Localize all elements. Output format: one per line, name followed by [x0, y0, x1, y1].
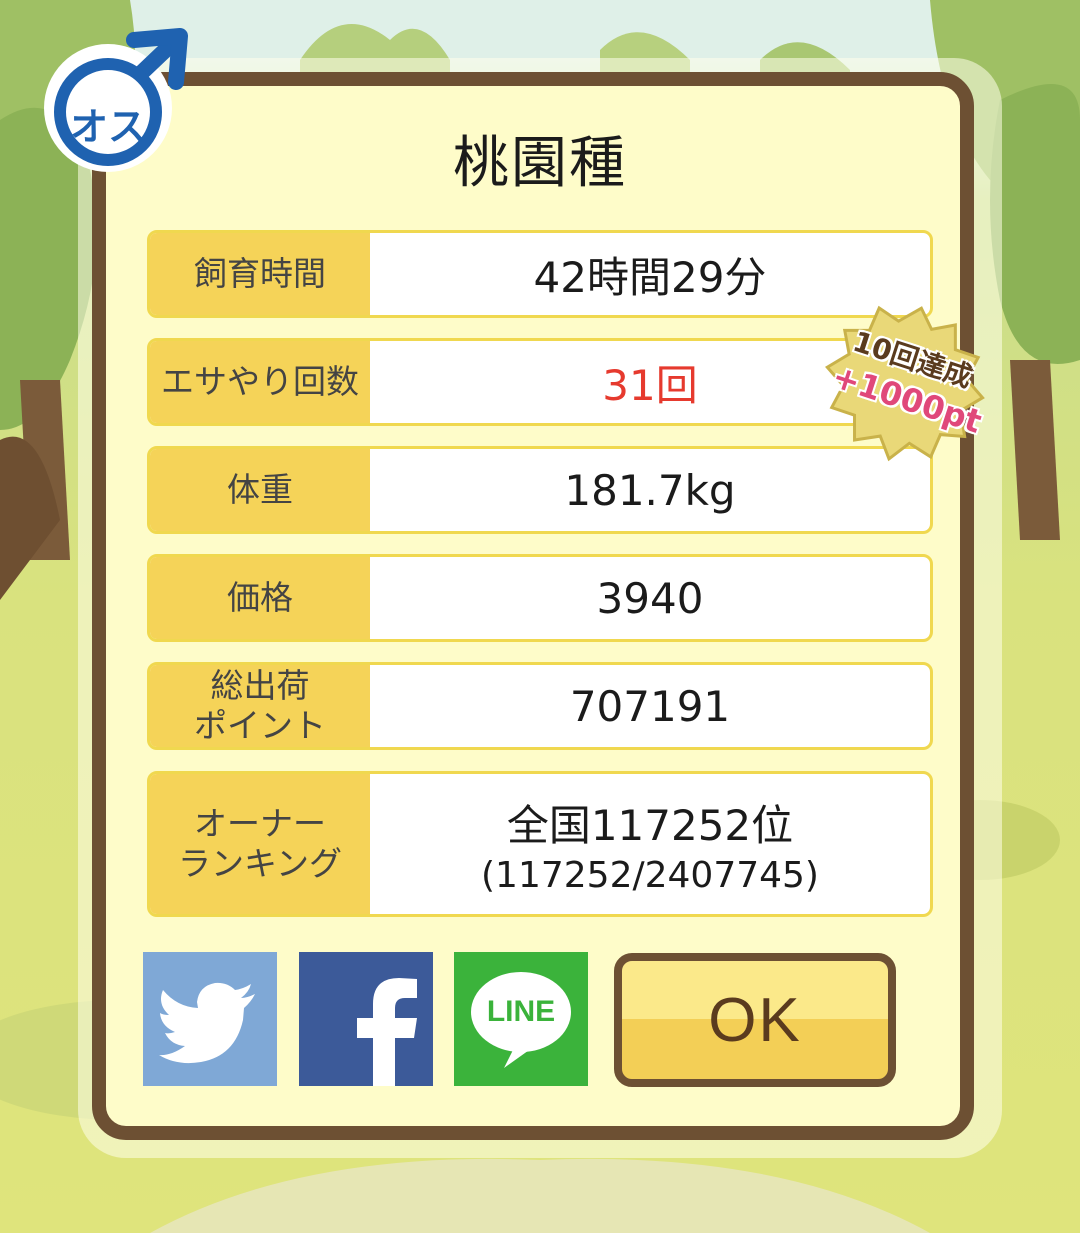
stat-row-owner-ranking: オーナー ランキング 全国117252位 (117252/2407745) — [147, 771, 933, 917]
ranking-main: 全国117252位 — [506, 801, 794, 850]
breed-title: 桃園種 — [453, 131, 627, 196]
stat-label: 体重 — [150, 449, 370, 531]
ok-button[interactable]: OK — [614, 953, 896, 1087]
stat-value: 全国117252位 (117252/2407745) — [370, 774, 930, 914]
stat-label: オーナー ランキング — [150, 774, 370, 914]
facebook-share-button[interactable] — [299, 952, 433, 1086]
stat-value: 707191 — [569, 681, 731, 731]
stat-value: 3940 — [596, 573, 704, 623]
achievement-badge: 10回達成 +1000pt — [818, 302, 988, 462]
stat-row-weight: 体重 181.7kg — [147, 446, 933, 534]
ranking-detail: (117252/2407745) — [481, 855, 819, 896]
stat-label: 価格 — [150, 557, 370, 639]
line-share-button[interactable]: LINE — [454, 952, 588, 1086]
line-label: LINE — [486, 995, 556, 1028]
stat-row-shipping-points: 総出荷 ポイント 707191 — [147, 662, 933, 750]
stat-row-breeding-time: 飼育時間 42時間29分 — [147, 230, 933, 318]
game-scene: オス 桃園種 飼育時間 42時間29分 エサやり回数 31回 体重 181.7k… — [0, 0, 1080, 1233]
stat-label: 総出荷 ポイント — [150, 665, 370, 747]
stat-row-price: 価格 3940 — [147, 554, 933, 642]
facebook-f-icon — [357, 978, 417, 1086]
stat-label: 飼育時間 — [150, 233, 370, 315]
twitter-share-button[interactable] — [143, 952, 277, 1086]
stat-label: エサやり回数 — [150, 341, 370, 423]
twitter-bird-icon — [159, 982, 255, 1064]
stat-row-feed-count: エサやり回数 31回 — [147, 338, 933, 426]
